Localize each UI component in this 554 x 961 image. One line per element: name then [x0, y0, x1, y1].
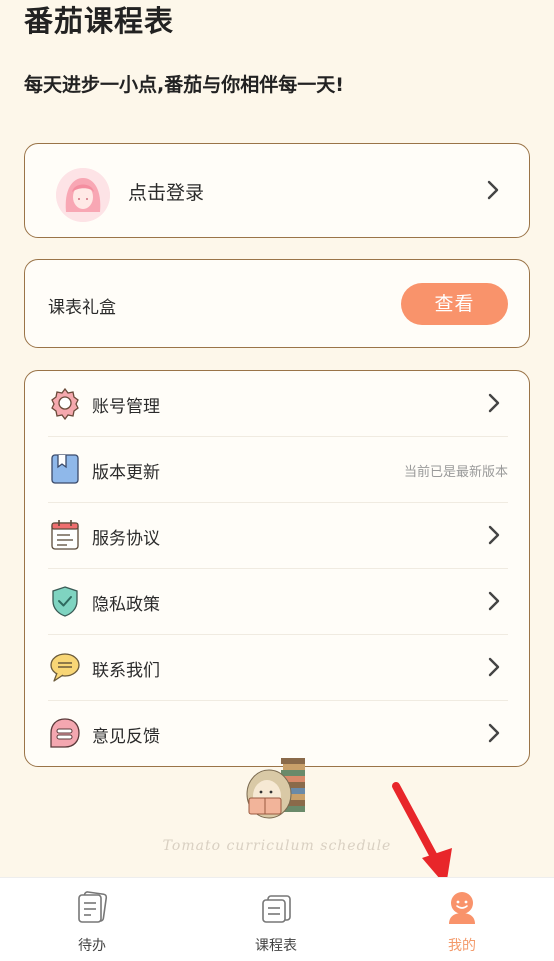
chevron-right-icon [488, 393, 500, 413]
menu-label: 账号管理 [92, 397, 160, 417]
tab-label: 我的 [448, 938, 476, 954]
tab-profile[interactable]: 我的 [370, 878, 554, 961]
chat-bubble-icon [50, 653, 80, 682]
menu-item-privacy-policy[interactable]: 隐私政策 [48, 569, 508, 635]
menu-item-account[interactable]: 账号管理 [48, 371, 508, 437]
chevron-right-icon [488, 723, 500, 743]
menu-label: 服务协议 [92, 529, 160, 549]
view-button[interactable]: 查看 [401, 283, 508, 325]
feedback-icon [50, 718, 80, 748]
chevron-right-icon [487, 180, 499, 200]
shield-check-icon [52, 586, 78, 617]
gear-icon [51, 387, 79, 420]
chevron-right-icon [488, 591, 500, 611]
profile-icon [449, 892, 475, 924]
app-subtitle: 每天进步一小点,番茄与你相伴每一天! [24, 74, 344, 96]
red-arrow-annotation [392, 782, 452, 886]
bookmark-icon [51, 454, 79, 484]
tab-label: 待办 [78, 938, 106, 954]
app-title: 番茄课程表 [24, 4, 175, 38]
settings-menu: 账号管理 版本更新 当前已是最新版本 服务协议 隐私政策 联系我们 意见反馈 [24, 370, 530, 767]
version-status: 当前已是最新版本 [403, 465, 508, 480]
chevron-right-icon [488, 657, 500, 677]
login-card[interactable]: 点击登录 [24, 143, 530, 238]
schedule-icon [262, 895, 291, 923]
login-label: 点击登录 [128, 182, 205, 204]
tab-todo[interactable]: 待办 [0, 878, 184, 961]
menu-item-version[interactable]: 版本更新 当前已是最新版本 [48, 437, 508, 503]
calendar-doc-icon [51, 520, 79, 550]
bottom-tab-bar: 待办 课程表 我的 [0, 877, 554, 961]
chevron-right-icon [488, 525, 500, 545]
tab-schedule[interactable]: 课程表 [184, 878, 368, 961]
todo-icon [78, 891, 108, 923]
avatar-icon [56, 168, 110, 222]
menu-label: 版本更新 [92, 463, 160, 483]
menu-item-contact-us[interactable]: 联系我们 [48, 635, 508, 701]
gift-box-card: 课表礼盒 查看 [24, 259, 530, 348]
gift-box-label: 课表礼盒 [48, 298, 116, 318]
footer-text: Tomato curriculum schedule [162, 838, 392, 854]
menu-label: 隐私政策 [92, 595, 160, 615]
menu-label: 联系我们 [92, 661, 160, 681]
tab-label: 课程表 [255, 938, 297, 954]
menu-item-service-agreement[interactable]: 服务协议 [48, 503, 508, 569]
menu-label: 意见反馈 [92, 727, 160, 747]
hedgehog-reading-illustration [246, 758, 305, 819]
